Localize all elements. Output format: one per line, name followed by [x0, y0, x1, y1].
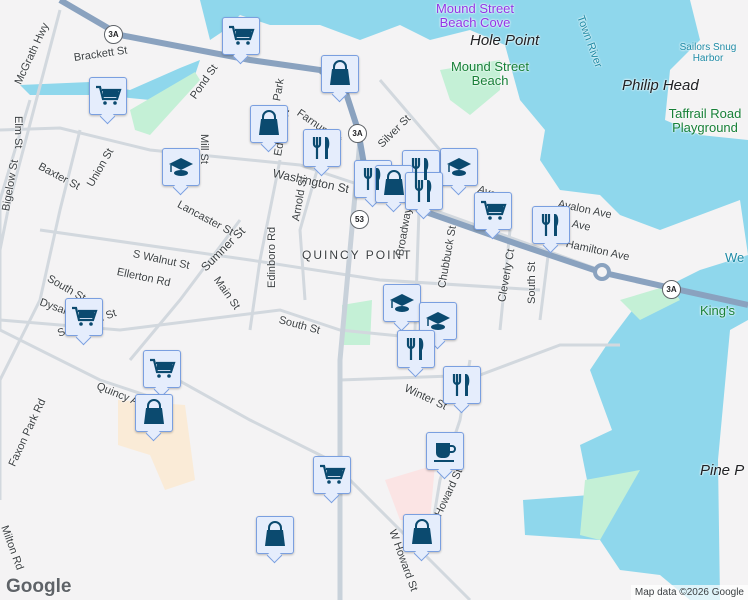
restaurant-marker[interactable]: [397, 330, 435, 368]
bag-marker[interactable]: [256, 516, 294, 554]
street-label: Elm St: [12, 116, 24, 149]
fork-knife-icon: [414, 180, 432, 202]
route-shield-3a: 3A: [348, 124, 367, 143]
route-53: [337, 139, 363, 600]
restaurant-marker[interactable]: [405, 172, 443, 210]
route-shield-3a: 3A: [104, 25, 123, 44]
google-logo[interactable]: Google: [6, 576, 71, 598]
restaurant-marker[interactable]: [532, 206, 570, 244]
bag-icon: [330, 60, 350, 85]
cart-icon: [150, 358, 176, 378]
poi-label[interactable]: Mound Street Beach Cove: [425, 2, 525, 30]
cart-marker[interactable]: [222, 17, 260, 55]
cart-icon: [320, 464, 346, 484]
graduation-cap-icon: [390, 294, 414, 312]
restaurant-marker[interactable]: [303, 129, 341, 167]
water-label: We: [725, 250, 745, 265]
cart-icon: [96, 85, 122, 105]
graduation-cap-icon: [426, 312, 450, 330]
cart-marker[interactable]: [65, 298, 103, 336]
cart-icon: [481, 200, 507, 220]
fork-knife-icon: [541, 214, 559, 236]
cart-marker[interactable]: [313, 456, 351, 494]
rotary: [593, 263, 611, 281]
park-label: Mound Street Beach: [450, 59, 530, 88]
park-label: King's: [700, 303, 736, 318]
school-marker[interactable]: [383, 284, 421, 322]
bag-icon: [265, 521, 285, 546]
bag-marker[interactable]: [321, 55, 359, 93]
bag-marker[interactable]: [403, 514, 441, 552]
route-shield-53: 53: [350, 210, 369, 229]
place-label: Hole Point: [470, 32, 540, 49]
cart-marker[interactable]: [143, 350, 181, 388]
fork-knife-icon: [406, 338, 424, 360]
bag-icon: [144, 399, 164, 424]
park-label: Taffrail Road Playground: [668, 106, 742, 135]
cart-marker[interactable]: [474, 192, 512, 230]
map-canvas[interactable]: 3A 3A 53 3A Hole Point Philip Head Pine …: [0, 0, 748, 600]
place-label: Pine P: [700, 462, 745, 479]
fork-knife-icon: [452, 374, 470, 396]
graduation-cap-icon: [447, 158, 471, 176]
coffee-icon: [434, 443, 456, 462]
bag-icon: [384, 170, 404, 195]
bag-icon: [412, 519, 432, 544]
bag-marker[interactable]: [250, 105, 288, 143]
graduation-cap-icon: [169, 158, 193, 176]
restaurant-marker[interactable]: [443, 366, 481, 404]
hospital-area: [385, 465, 435, 520]
bag-marker[interactable]: [375, 165, 413, 203]
street-label: South St: [526, 261, 538, 304]
fork-knife-icon: [312, 137, 330, 159]
street-label: Edinboro Rd: [266, 226, 278, 288]
cafe-marker[interactable]: [426, 432, 464, 470]
bag-marker[interactable]: [135, 394, 173, 432]
cart-marker[interactable]: [89, 77, 127, 115]
water-label: Sailors Snug Harbor: [679, 42, 737, 64]
route-shield-3a: 3A: [662, 280, 681, 299]
cart-icon: [229, 25, 255, 45]
cart-icon: [72, 306, 98, 326]
school-marker[interactable]: [440, 148, 478, 186]
school-marker[interactable]: [162, 148, 200, 186]
bag-icon: [259, 110, 279, 135]
place-label: Philip Head: [622, 77, 699, 94]
map-attribution[interactable]: Map data ©2026 Google: [630, 585, 748, 600]
